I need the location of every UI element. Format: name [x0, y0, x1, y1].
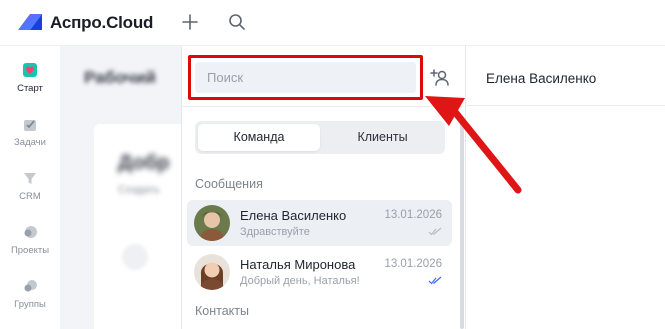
chat-name: Елена Василенко: [240, 208, 347, 223]
nav-label: Проекты: [10, 245, 50, 256]
workspace-title: Рабочий: [84, 68, 156, 87]
double-check-icon: [428, 227, 442, 236]
logo-icon[interactable]: [16, 12, 44, 32]
projects-icon: [24, 226, 37, 238]
add-user-icon[interactable]: [429, 66, 451, 88]
nav-item-crm[interactable]: CRM: [0, 170, 60, 220]
groups-icon: [24, 280, 37, 292]
heart-icon: [23, 63, 37, 77]
chat-date: 13.01.2026: [384, 258, 442, 270]
nav-item-groups[interactable]: Группы: [0, 278, 60, 328]
nav-label: Задачи: [14, 137, 46, 148]
nav-label: Группы: [14, 299, 46, 310]
messages-heading: Сообщения: [195, 177, 263, 191]
brand-name[interactable]: Аспро.Cloud: [50, 13, 153, 33]
chat-name: Наталья Миронова: [240, 257, 356, 272]
double-check-icon: [428, 276, 442, 285]
tasks-icon: [24, 120, 36, 131]
chat-preview: Добрый день, Наталья!: [240, 275, 360, 287]
search-icon[interactable]: [227, 12, 247, 32]
workspace-background: Рабочий Добр Создать: [60, 46, 185, 329]
workspace-card-subtitle: Создать: [118, 184, 160, 196]
tab-clients[interactable]: Клиенты: [323, 124, 442, 151]
top-bar: Аспро.Cloud: [0, 0, 665, 46]
nav-item-start[interactable]: Старт: [0, 62, 60, 112]
funnel-icon: [24, 173, 36, 184]
chat-type-switch: Команда Клиенты: [195, 121, 445, 154]
chat-row[interactable]: Наталья Миронова Добрый день, Наталья! 1…: [187, 249, 452, 295]
conversation-area: [466, 106, 665, 329]
chat-list-panel: Команда Клиенты Сообщения Елена Василенк…: [181, 46, 466, 329]
conversation-header: Елена Василенко: [466, 46, 665, 106]
nav-item-projects[interactable]: Проекты: [0, 224, 60, 274]
left-navigation: Старт Задачи CRM Проекты Группы: [0, 46, 60, 329]
avatar: [194, 254, 230, 290]
tab-team[interactable]: Команда: [198, 124, 320, 151]
workspace-card: Добр Создать: [94, 124, 185, 329]
contacts-heading: Контакты: [195, 304, 249, 318]
search-input[interactable]: [195, 62, 416, 93]
workspace-card-title: Добр: [118, 152, 170, 174]
nav-label: CRM: [19, 191, 41, 202]
nav-item-tasks[interactable]: Задачи: [0, 116, 60, 166]
workspace-placeholder-icon: [122, 244, 148, 270]
nav-label: Старт: [17, 83, 43, 94]
chat-preview: Здравствуйте: [240, 226, 310, 238]
scrollbar[interactable]: [460, 119, 464, 329]
chat-date: 13.01.2026: [384, 209, 442, 221]
avatar: [194, 205, 230, 241]
chat-row[interactable]: Елена Василенко Здравствуйте 13.01.2026: [187, 200, 452, 246]
divider: [182, 106, 466, 107]
plus-icon[interactable]: [180, 12, 200, 32]
conversation-title: Елена Василенко: [486, 71, 597, 86]
search-highlight-frame: [188, 55, 423, 100]
